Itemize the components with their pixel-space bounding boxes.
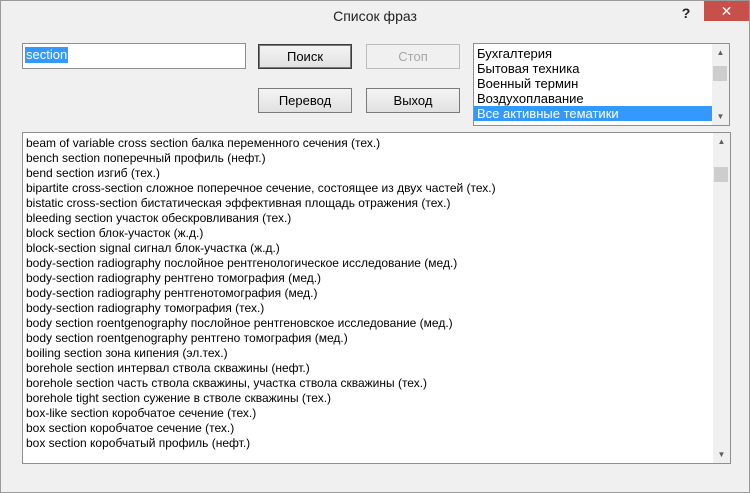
results-scrollbar[interactable]: ▲ ▼ [713, 133, 730, 463]
list-item[interactable]: borehole section интервал ствола скважин… [26, 361, 711, 376]
search-input[interactable]: section [22, 43, 246, 69]
list-item[interactable]: bleeding section участок обескровливания… [26, 211, 711, 226]
list-item[interactable]: box section коробчатое сечение (тех.) [26, 421, 711, 436]
list-item[interactable]: body-section radiography послойное рентг… [26, 256, 711, 271]
topic-item[interactable]: Бытовая техника [474, 61, 715, 76]
list-item[interactable]: boiling section зона кипения (эл.тех.) [26, 346, 711, 361]
title-bar: Список фраз ? ✕ [1, 1, 749, 31]
window-title: Список фраз [333, 8, 417, 24]
list-item[interactable]: body-section radiography томография (тех… [26, 301, 711, 316]
exit-button[interactable]: Выход [366, 88, 460, 113]
scroll-up-icon[interactable]: ▲ [713, 133, 730, 150]
list-item[interactable]: bipartite cross-section сложное поперечн… [26, 181, 711, 196]
list-item[interactable]: body-section radiography рентгенотомогра… [26, 286, 711, 301]
list-item[interactable]: borehole tight section сужение в стволе … [26, 391, 711, 406]
translate-button[interactable]: Перевод [258, 88, 352, 113]
list-item[interactable]: borehole section часть ствола скважины, … [26, 376, 711, 391]
search-button[interactable]: Поиск [258, 44, 352, 69]
dialog-body: section Поиск Стоп Перевод Выход Бухгалт… [7, 31, 743, 486]
list-item[interactable]: body section roentgenography послойное р… [26, 316, 711, 331]
search-input-value: section [25, 47, 69, 63]
list-item[interactable]: block section блок-участок (ж.д.) [26, 226, 711, 241]
scroll-thumb[interactable] [714, 167, 728, 182]
results-list[interactable]: beam of variable cross section балка пер… [22, 132, 731, 464]
list-item[interactable]: box-like section коробчатое сечение (тех… [26, 406, 711, 421]
help-button[interactable]: ? [677, 4, 695, 22]
scroll-up-icon[interactable]: ▲ [712, 44, 729, 61]
topic-item[interactable]: Военный термин [474, 76, 715, 91]
list-item[interactable]: bench section поперечный профиль (нефт.) [26, 151, 711, 166]
list-item[interactable]: beam of variable cross section балка пер… [26, 136, 711, 151]
scroll-down-icon[interactable]: ▼ [713, 446, 730, 463]
topic-item[interactable]: Воздухоплавание [474, 91, 715, 106]
topic-list[interactable]: Бухгалтерия Бытовая техника Военный терм… [473, 43, 730, 126]
phrase-list-window: Список фраз ? ✕ section Поиск Стоп Перев… [0, 0, 750, 493]
topic-list-scrollbar[interactable]: ▲ ▼ [712, 44, 729, 125]
scroll-down-icon[interactable]: ▼ [712, 108, 729, 125]
list-item[interactable]: body section roentgenography рентгено то… [26, 331, 711, 346]
stop-button[interactable]: Стоп [366, 44, 460, 69]
list-item[interactable]: block-section signal сигнал блок-участка… [26, 241, 711, 256]
topic-item[interactable]: Бухгалтерия [474, 46, 715, 61]
topic-item-selected[interactable]: Все активные тематики [474, 106, 715, 121]
list-item[interactable]: bend section изгиб (тех.) [26, 166, 711, 181]
close-button[interactable]: ✕ [704, 1, 749, 21]
scroll-thumb[interactable] [713, 66, 727, 81]
list-item[interactable]: body-section radiography рентгено томогр… [26, 271, 711, 286]
list-item[interactable]: bistatic cross-section бистатическая эфф… [26, 196, 711, 211]
list-item[interactable]: box section коробчатый профиль (нефт.) [26, 436, 711, 451]
